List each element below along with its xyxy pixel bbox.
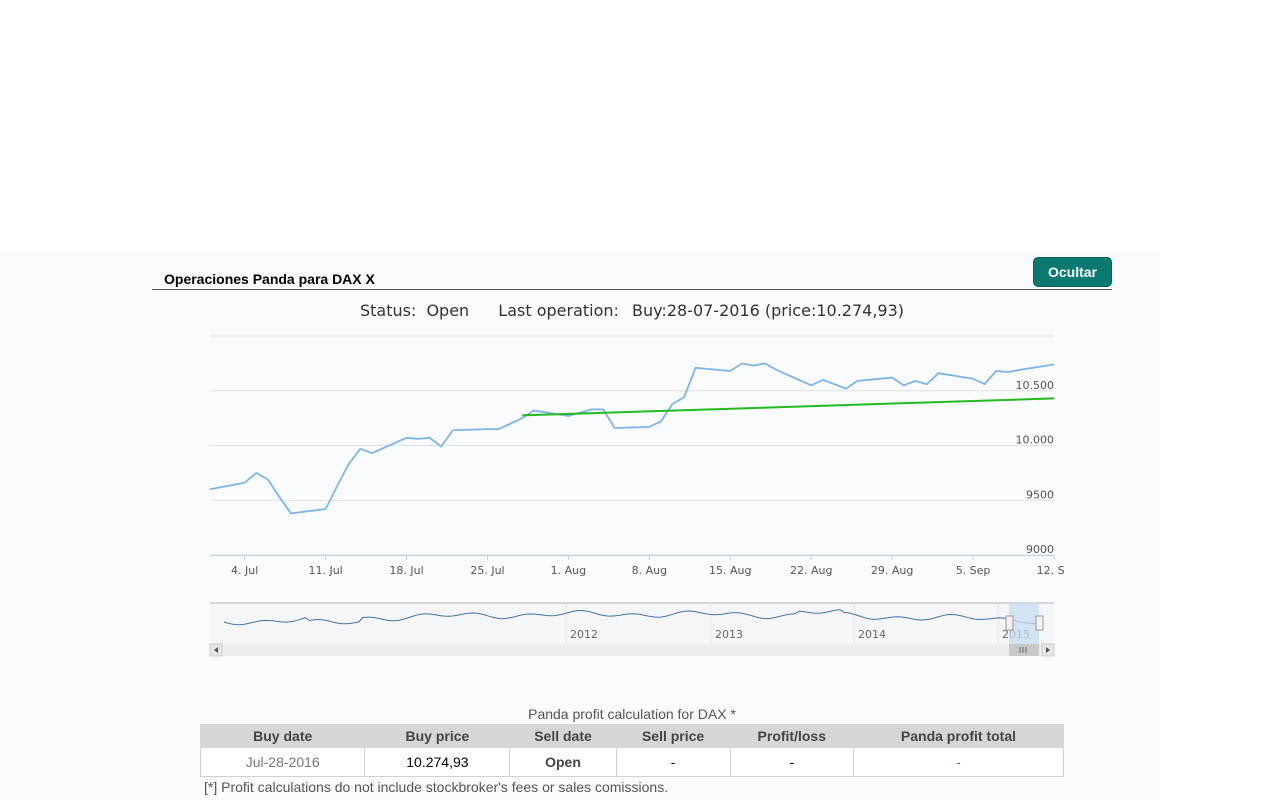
column-header: Profit/loss <box>729 724 854 748</box>
table-row: Jul-28-2016 10.274,93 Open - - - <box>199 747 1065 777</box>
profit-table-body: Jul-28-2016 10.274,93 Open - - - <box>199 747 1065 777</box>
table-cell: - <box>615 747 731 777</box>
panel-title: Operaciones Panda para DAX X <box>164 271 375 287</box>
profit-table-caption: Panda profit calculation for DAX * <box>528 706 736 722</box>
column-header: Sell date <box>509 724 617 748</box>
column-header: Buy price <box>364 724 511 748</box>
table-cell: - <box>852 747 1065 777</box>
column-header: Buy date <box>199 724 366 748</box>
navigator-left-handle[interactable] <box>1005 615 1014 631</box>
status-value: Open <box>426 301 469 320</box>
last-operation-value: Buy:28-07-2016 (price:10.274,93) <box>632 301 904 320</box>
last-operation-label: Last operation: <box>498 301 619 320</box>
y-tick-label: 9500 <box>1026 488 1054 501</box>
x-tick-label: 12. Se <box>1037 564 1064 577</box>
column-header: Sell price <box>615 724 731 748</box>
table-cell: 10.274,93 <box>364 747 511 777</box>
navigator-scrollbar[interactable] <box>209 643 1055 657</box>
navigator-year-label: 2014 <box>858 628 886 641</box>
navigator-year-label: 2012 <box>570 628 598 641</box>
profit-table-header: Buy date Buy price Sell date Sell price Prof… <box>199 724 1065 748</box>
y-tick-label: 10.500 <box>1016 379 1055 392</box>
price-series-line <box>209 362 1055 515</box>
navigator-year-label: 2013 <box>715 628 743 641</box>
series-group <box>209 362 1055 515</box>
panel-divider <box>152 289 1112 290</box>
scrollbar-thumb[interactable] <box>1009 644 1039 656</box>
y-axis-ticks: 9000 9500 10.000 10.500 <box>1016 379 1055 556</box>
x-tick-label: 15. Aug <box>709 564 751 577</box>
x-tick-label: 5. Sep <box>956 564 991 577</box>
price-chart: Status: Open Last operation: Buy:28-07-2… <box>200 292 1064 662</box>
profit-table: Buy date Buy price Sell date Sell price Prof… <box>199 724 1065 777</box>
profit-footnote: [*] Profit calculations do not include s… <box>204 779 669 795</box>
table-cell: - <box>729 747 854 777</box>
column-header: Panda profit total <box>852 724 1065 748</box>
chart-svg: Status: Open Last operation: Buy:28-07-2… <box>209 301 1064 657</box>
navigator-right-handle[interactable] <box>1035 615 1044 631</box>
hide-button[interactable]: Ocultar <box>1033 257 1112 287</box>
x-tick-label: 25. Jul <box>470 564 504 577</box>
x-tick-label: 11. Jul <box>308 564 342 577</box>
x-tick-label: 18. Jul <box>389 564 423 577</box>
x-tick-label: 1. Aug <box>551 564 586 577</box>
y-tick-label: 9000 <box>1026 543 1054 556</box>
navigator[interactable]: 20122013201420152016 <box>210 602 1064 644</box>
navigator-background <box>210 603 1054 644</box>
x-tick-label: 4. Jul <box>231 564 258 577</box>
x-tick-label: 29. Aug <box>871 564 913 577</box>
trend-series-line <box>522 397 1055 417</box>
table-cell: Jul-28-2016 <box>199 747 366 777</box>
chart-title: Status: Open Last operation: Buy:28-07-2… <box>360 301 904 320</box>
x-tick-label: 8. Aug <box>632 564 667 577</box>
status-label: Status: <box>360 301 416 320</box>
x-tick-label: 22. Aug <box>790 564 832 577</box>
x-axis-ticks: 4. Jul 11. Jul 18. Jul 25. Jul 1. Aug 8. Aug 1… <box>231 555 1064 577</box>
gridlines <box>210 335 1054 556</box>
y-tick-label: 10.000 <box>1016 434 1055 447</box>
scrollbar-track[interactable] <box>210 644 1054 656</box>
table-cell: Open <box>509 747 617 777</box>
